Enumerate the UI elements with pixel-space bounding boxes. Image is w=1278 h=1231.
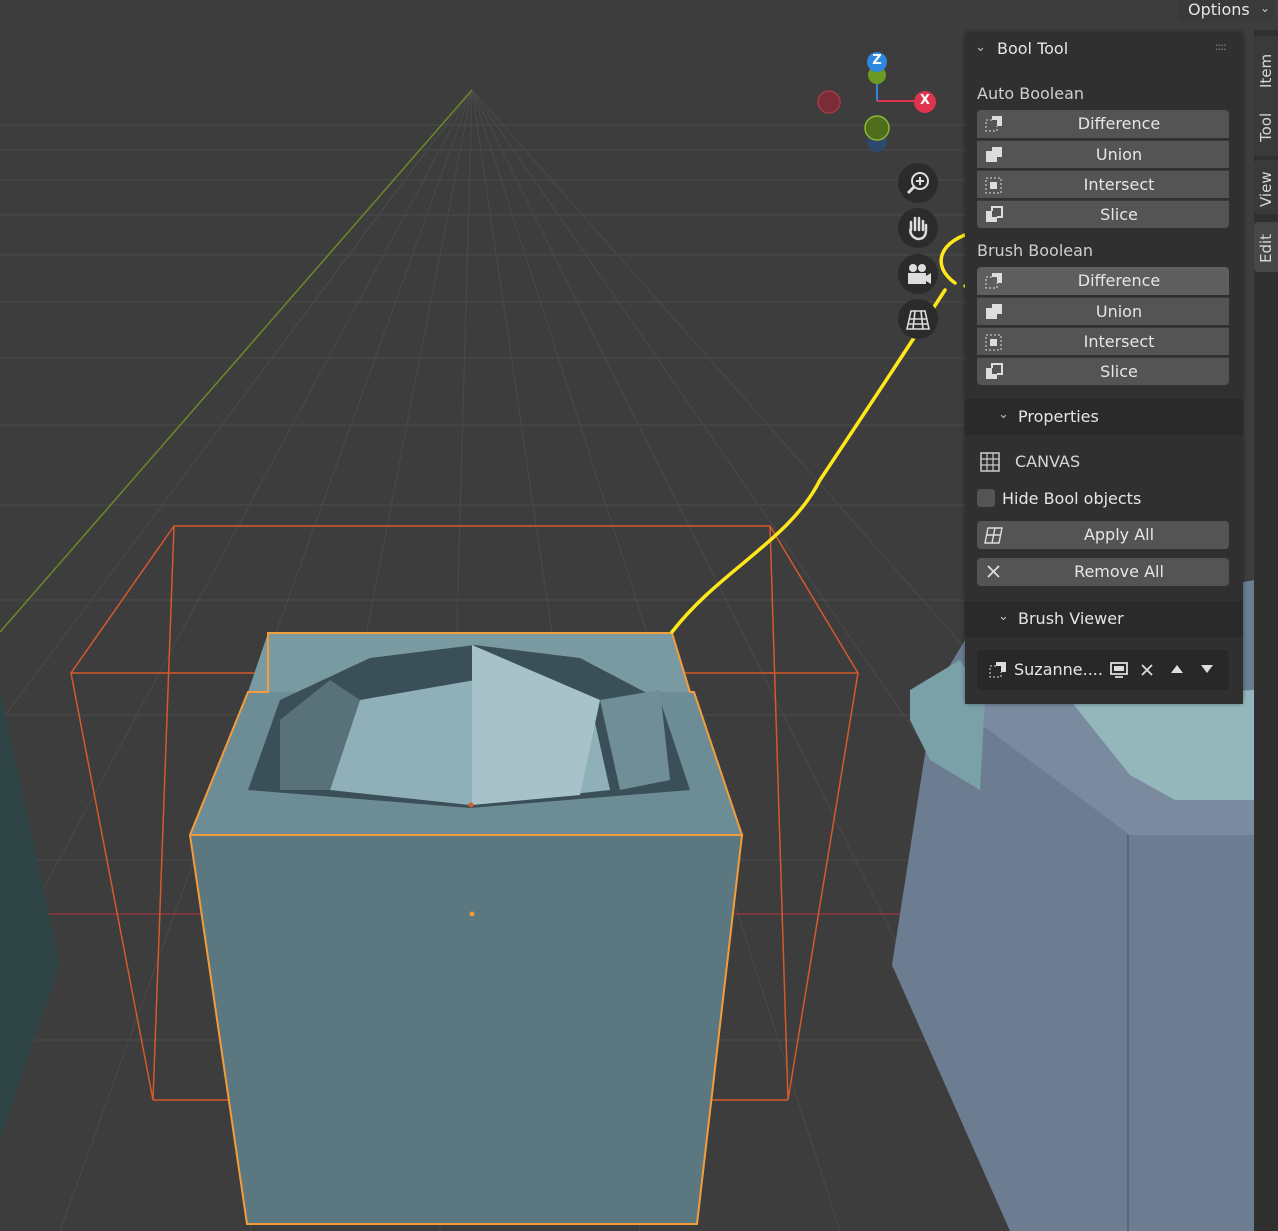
zoom-button[interactable]: [898, 163, 938, 203]
camera-icon: [908, 264, 931, 284]
union-icon: [986, 304, 1002, 319]
properties-title: Properties: [1018, 407, 1099, 426]
hide-bool-label[interactable]: Hide Bool objects: [1002, 489, 1141, 508]
brush-viewer-list: Suzanne....: [965, 637, 1243, 704]
difference-icon: [989, 662, 1006, 678]
zoom-icon: [906, 172, 929, 195]
slice-icon: [986, 363, 1003, 379]
panel-title: Bool Tool: [997, 39, 1069, 58]
drag-handle-icon[interactable]: ::::: [1215, 40, 1227, 53]
gizmo-neg-y: [864, 115, 890, 141]
apply-all-button[interactable]: Apply All: [977, 521, 1229, 549]
close-icon: [987, 565, 1000, 578]
monitor-icon[interactable]: [1109, 661, 1129, 679]
brush-union-button[interactable]: Union: [977, 297, 1229, 325]
auto-intersect-button[interactable]: Intersect: [977, 170, 1229, 198]
brush-viewer-subpanel-header[interactable]: ⌄ Brush Viewer: [965, 601, 1243, 637]
tab-tool[interactable]: Tool: [1254, 102, 1278, 156]
union-icon: [986, 147, 1002, 162]
tab-view[interactable]: View: [1254, 160, 1278, 214]
remove-all-button[interactable]: Remove All: [977, 558, 1229, 586]
chevron-down-icon: ⌄: [975, 40, 986, 55]
difference-icon: [985, 116, 1002, 132]
main-cube: [188, 632, 744, 1225]
apply-grid-icon: [984, 527, 1003, 544]
hand-icon: [909, 216, 928, 241]
hide-bool-checkbox[interactable]: [977, 489, 995, 507]
canvas-label: CANVAS: [1015, 452, 1081, 471]
properties-subpanel-header[interactable]: ⌄ Properties: [965, 399, 1243, 435]
auto-union-button[interactable]: Union: [977, 140, 1229, 168]
chevron-down-icon: ⌄: [998, 609, 1009, 624]
pan-button[interactable]: [898, 208, 938, 248]
brush-boolean-heading: Brush Boolean: [977, 241, 1094, 260]
camera-button[interactable]: [898, 254, 938, 294]
brush-difference-button[interactable]: Difference: [977, 267, 1229, 295]
tab-edit[interactable]: Edit: [1254, 222, 1278, 272]
brush-item-name: Suzanne....: [1014, 660, 1103, 679]
arrow-down-icon[interactable]: [1200, 663, 1214, 675]
auto-slice-button[interactable]: Slice: [977, 200, 1229, 228]
brush-list-item[interactable]: Suzanne....: [977, 650, 1229, 690]
perspective-button[interactable]: [898, 299, 938, 339]
intersect-icon: [985, 177, 1002, 194]
difference-icon: [985, 273, 1002, 289]
arrow-up-icon[interactable]: [1170, 663, 1184, 675]
properties-body: CANVAS Hide Bool objects Apply All Remov…: [965, 437, 1243, 600]
bool-tool-panel: ⌄ Bool Tool :::: Auto Boolean Difference…: [965, 32, 1243, 704]
slice-icon: [986, 206, 1003, 222]
gizmo-neg-x: [817, 90, 841, 114]
gizmo-z-label[interactable]: Z: [870, 53, 884, 68]
chevron-down-icon: ⌄: [998, 407, 1009, 422]
options-dropdown[interactable]: Options ⌄: [1178, 0, 1274, 22]
intersect-icon: [985, 334, 1002, 351]
panel-header[interactable]: ⌄ Bool Tool ::::: [965, 32, 1243, 66]
options-label: Options: [1188, 0, 1250, 19]
gizmo-x-label[interactable]: X: [918, 93, 932, 108]
brush-intersect-button[interactable]: Intersect: [977, 327, 1229, 355]
auto-difference-button[interactable]: Difference: [977, 110, 1229, 138]
close-icon[interactable]: [1139, 662, 1155, 678]
chevron-down-icon: ⌄: [1260, 1, 1271, 15]
auto-boolean-heading: Auto Boolean: [977, 84, 1085, 103]
grid-perspective-icon: [906, 310, 930, 330]
sidebar-tabs: Item Tool View Edit: [1254, 30, 1278, 1231]
canvas-grid-icon: [980, 452, 1000, 472]
brush-slice-button[interactable]: Slice: [977, 357, 1229, 385]
brush-viewer-title: Brush Viewer: [1018, 609, 1124, 628]
